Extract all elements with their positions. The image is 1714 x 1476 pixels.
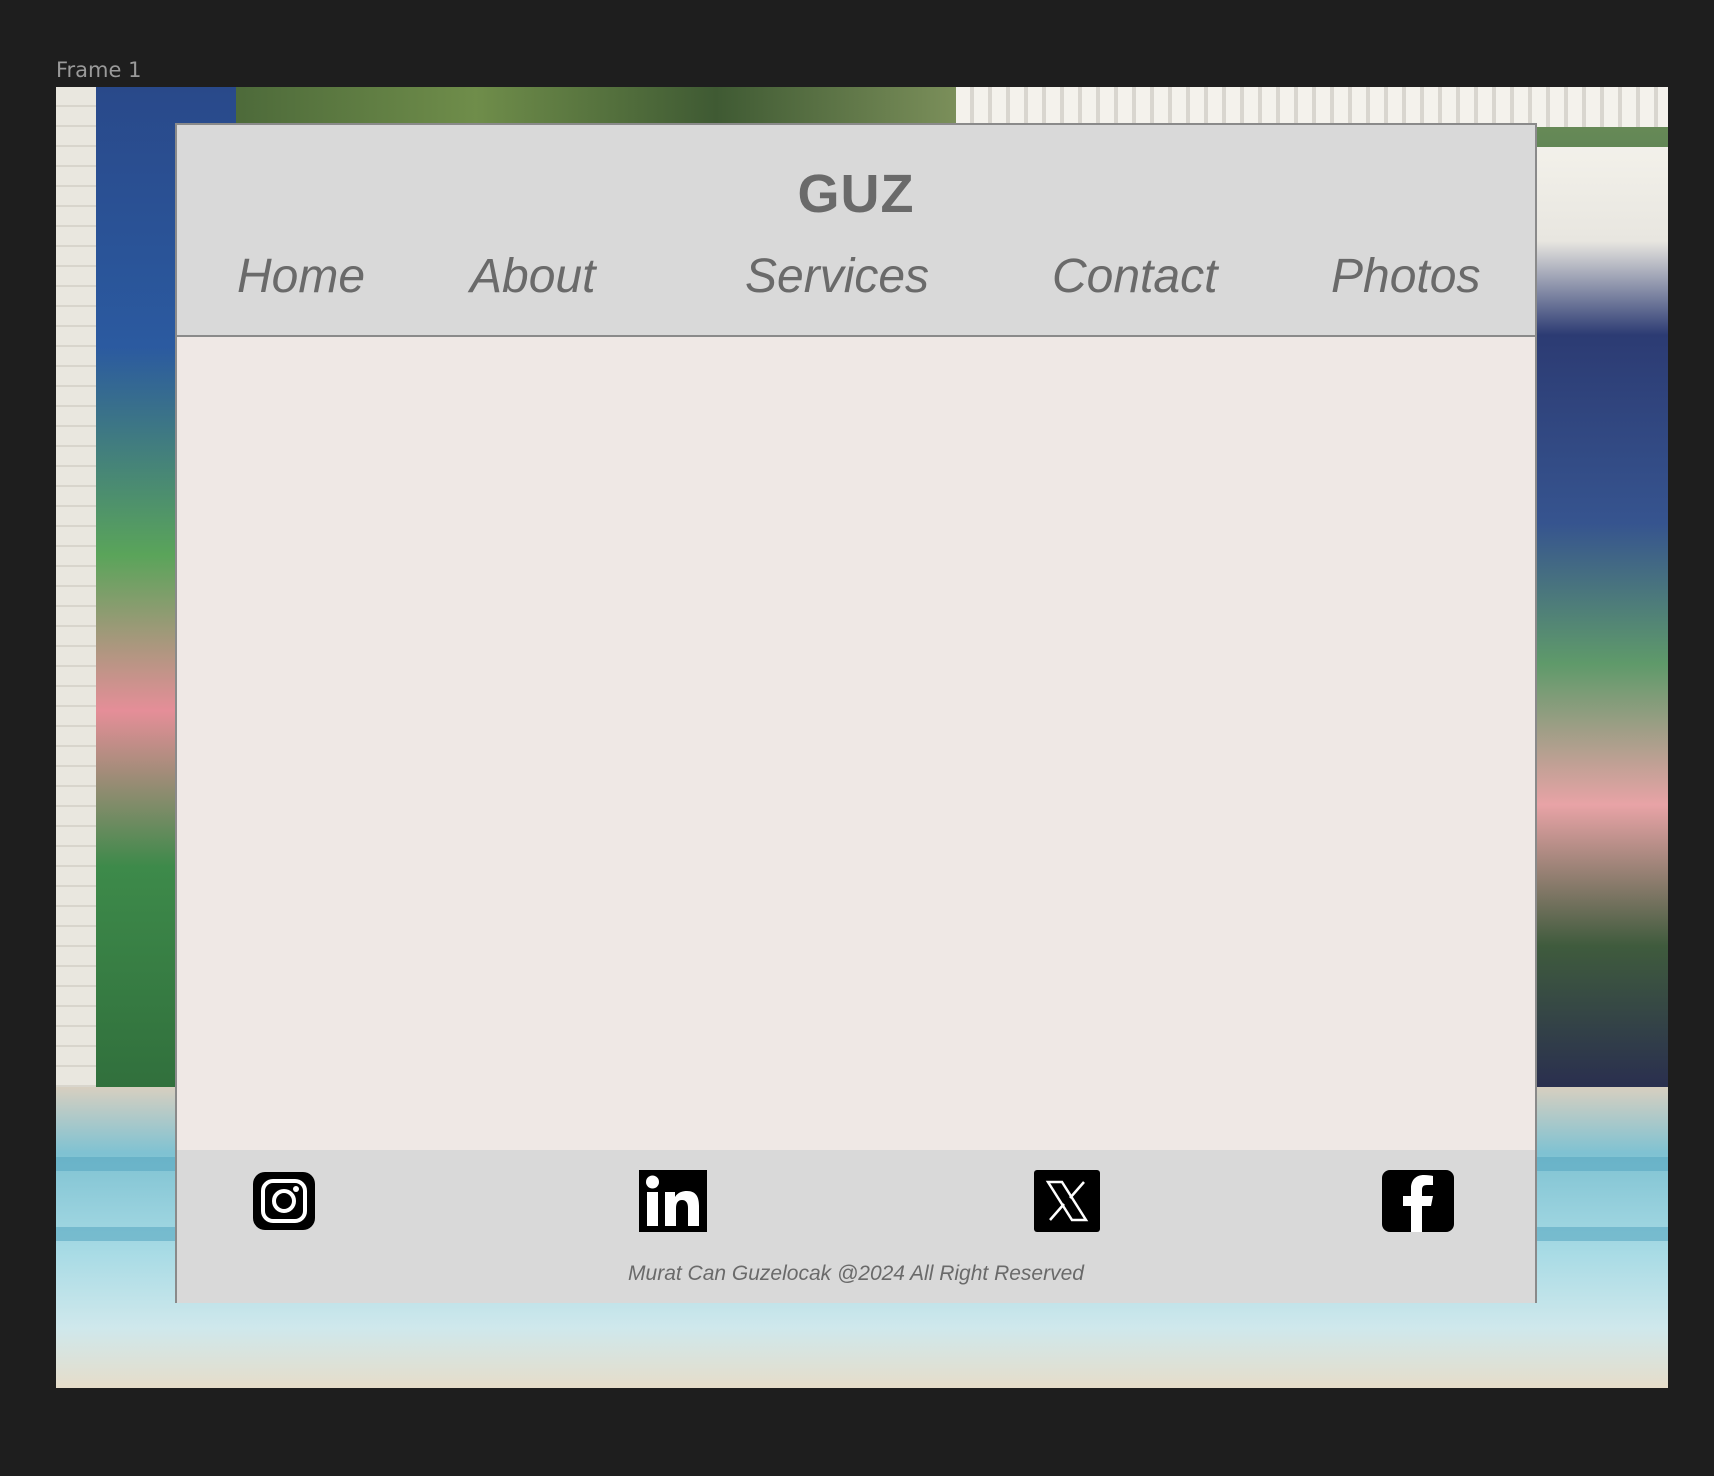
frame-1[interactable]: GUZ Home About Services Contact Photos M…	[56, 87, 1668, 1388]
frame-label[interactable]: Frame 1	[56, 58, 141, 82]
main-content	[177, 337, 1535, 1150]
linkedin-icon[interactable]	[639, 1170, 707, 1232]
main-nav: Home About Services Contact Photos	[177, 249, 1535, 309]
x-icon[interactable]	[1034, 1170, 1100, 1232]
copyright-text: Murat Can Guzelocak @2024 All Right Rese…	[628, 1262, 1084, 1285]
site-header: GUZ Home About Services Contact Photos	[177, 125, 1535, 337]
nav-about[interactable]: About	[470, 249, 595, 304]
instagram-icon[interactable]	[251, 1170, 317, 1232]
nav-services[interactable]: Services	[745, 249, 929, 304]
design-canvas: Frame 1 GUZ Home About Services Contact …	[0, 0, 1714, 1476]
background-trees	[236, 87, 956, 127]
background-railing	[956, 87, 1668, 127]
brand-logo[interactable]: GUZ	[177, 163, 1535, 225]
website-mockup: GUZ Home About Services Contact Photos M…	[175, 123, 1537, 1303]
facebook-icon[interactable]	[1382, 1170, 1454, 1232]
nav-contact[interactable]: Contact	[1052, 249, 1217, 304]
nav-home[interactable]: Home	[237, 249, 365, 304]
background-right-mural	[1536, 147, 1668, 1087]
nav-photos[interactable]: Photos	[1331, 249, 1480, 304]
site-footer: Murat Can Guzelocak @2024 All Right Rese…	[177, 1150, 1535, 1303]
